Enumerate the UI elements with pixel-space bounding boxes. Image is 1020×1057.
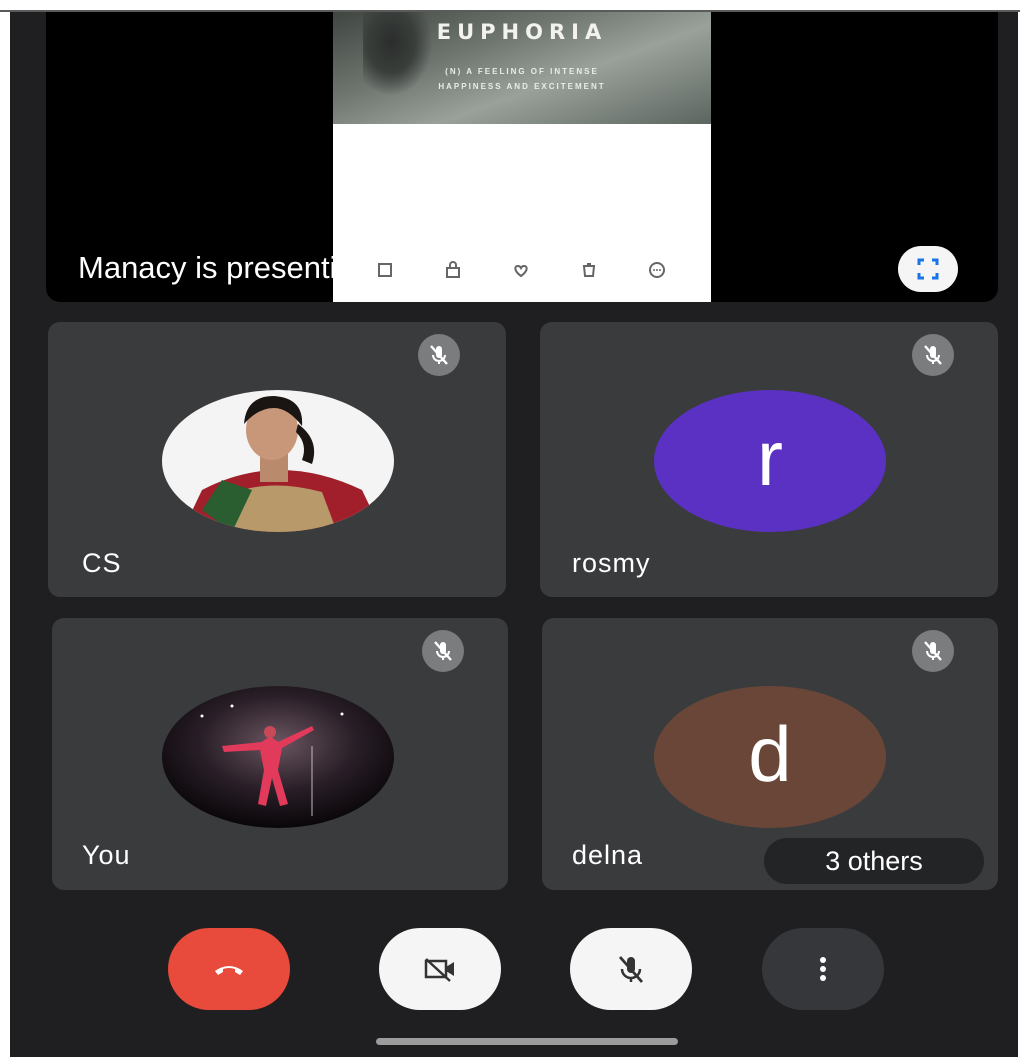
heart-icon xyxy=(514,264,528,278)
slide-subtitle-line: (N) A FEELING OF INTENSE xyxy=(445,67,599,76)
participant-photo xyxy=(162,390,394,532)
mic-off-icon xyxy=(618,956,644,983)
participant-name: delna xyxy=(572,840,644,870)
avatar-letter: r xyxy=(654,390,886,532)
fullscreen-button[interactable] xyxy=(898,246,958,292)
trash-icon xyxy=(582,263,596,277)
hang-up-icon xyxy=(215,966,243,975)
mic-off-icon xyxy=(924,641,942,661)
shared-slide: EUPHORIA (N) A FEELING OF INTENSE HAPPIN… xyxy=(333,12,711,302)
mic-off-badge xyxy=(912,630,954,672)
mic-off-icon xyxy=(430,345,448,365)
top-status-line xyxy=(0,0,1020,12)
fullscreen-icon xyxy=(917,258,939,280)
slide-title: EUPHORIA xyxy=(436,20,608,44)
avatar xyxy=(162,390,394,532)
participant-name: You xyxy=(82,840,131,870)
mic-toggle-button[interactable] xyxy=(570,928,692,1010)
more-options-button[interactable] xyxy=(762,928,884,1010)
end-call-button[interactable] xyxy=(168,928,290,1010)
presenting-label: Manacy is presenting xyxy=(78,250,371,285)
slide-toolbar xyxy=(333,258,711,282)
others-button[interactable]: 3 others xyxy=(764,838,984,884)
mic-off-icon xyxy=(434,641,452,661)
more-horiz-icon xyxy=(649,262,665,278)
mic-off-icon xyxy=(924,345,942,365)
avatar xyxy=(162,686,394,828)
home-indicator[interactable] xyxy=(376,1038,678,1045)
lock-icon xyxy=(446,261,460,278)
slide-subtitle-line: HAPPINESS AND EXCITEMENT xyxy=(438,82,606,91)
participant-name: CS xyxy=(82,548,122,578)
slide-subtitle: (N) A FEELING OF INTENSE HAPPINESS AND E… xyxy=(393,64,651,94)
participant-name: rosmy xyxy=(572,548,651,578)
mic-off-badge xyxy=(422,630,464,672)
participant-tile-you[interactable]: You xyxy=(52,618,508,890)
participant-tile-cs[interactable]: CS xyxy=(48,322,506,597)
square-icon xyxy=(378,263,392,277)
more-vert-icon xyxy=(820,957,826,981)
slide-header-image: EUPHORIA (N) A FEELING OF INTENSE HAPPIN… xyxy=(333,12,711,124)
mic-off-badge xyxy=(418,334,460,376)
avatar-letter: d xyxy=(654,686,886,828)
participant-tile-rosmy[interactable]: r rosmy xyxy=(540,322,998,597)
participant-tile-delna[interactable]: d delna 3 others xyxy=(542,618,998,890)
camera-off-icon xyxy=(424,958,454,982)
mic-off-badge xyxy=(912,334,954,376)
meeting-screen: EUPHORIA (N) A FEELING OF INTENSE HAPPIN… xyxy=(10,12,1018,1057)
presentation-view[interactable]: EUPHORIA (N) A FEELING OF INTENSE HAPPIN… xyxy=(46,12,998,302)
participant-photo xyxy=(162,686,394,828)
camera-toggle-button[interactable] xyxy=(379,928,501,1010)
call-controls xyxy=(10,922,1018,1022)
